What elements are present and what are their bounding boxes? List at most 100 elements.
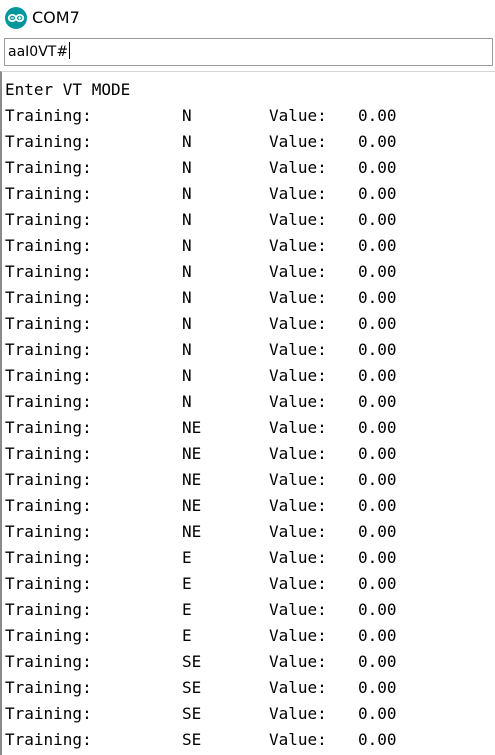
value-label: Value: [269,288,327,307]
value-number: 0.00 [358,522,397,541]
value-number: 0.00 [358,262,397,281]
training-label: Training: [5,600,92,619]
training-label: Training: [5,340,92,359]
serial-output[interactable]: Enter VT MODE Training: N Value: 0.00 Traini… [0,71,495,755]
value-label: Value: [269,340,327,359]
direction-value: E [182,574,192,593]
value-label: Value: [269,522,327,541]
value-label: Value: [269,626,327,645]
value-number: 0.00 [358,548,397,567]
training-label: Training: [5,158,92,177]
value-label: Value: [269,470,327,489]
value-number: 0.00 [358,106,397,125]
direction-value: SE [182,730,202,749]
training-label: Training: [5,392,92,411]
direction-value: N [182,236,192,255]
title-bar[interactable]: COM7 [0,0,495,36]
value-label: Value: [269,184,327,203]
direction-value: N [182,262,192,281]
value-label: Value: [269,314,327,333]
value-label: Value: [269,366,327,385]
training-label: Training: [5,236,92,255]
output-header: Enter VT MODE [5,80,131,99]
value-number: 0.00 [358,314,397,333]
value-number: 0.00 [358,210,397,229]
direction-value: E [182,600,192,619]
value-number: 0.00 [358,652,397,671]
direction-value: N [182,392,192,411]
direction-value: N [182,158,192,177]
direction-value: NE [182,522,202,541]
training-label: Training: [5,262,92,281]
send-bar: aaI0VT# [0,36,495,69]
training-label: Training: [5,574,92,593]
value-number: 0.00 [358,158,397,177]
value-label: Value: [269,600,327,619]
value-number: 0.00 [358,418,397,437]
send-input[interactable]: aaI0VT# [4,38,493,66]
direction-value: N [182,106,192,125]
direction-value: N [182,340,192,359]
value-number: 0.00 [358,132,397,151]
value-label: Value: [269,652,327,671]
value-number: 0.00 [358,600,397,619]
value-label: Value: [269,496,327,515]
direction-value: N [182,288,192,307]
window-title: COM7 [32,8,80,27]
value-number: 0.00 [358,626,397,645]
value-number: 0.00 [358,392,397,411]
direction-value: E [182,626,192,645]
direction-value: N [182,132,192,151]
value-number: 0.00 [358,496,397,515]
training-label: Training: [5,652,92,671]
training-label: Training: [5,626,92,645]
direction-value: N [182,210,192,229]
value-number: 0.00 [358,340,397,359]
value-label: Value: [269,678,327,697]
direction-value: NE [182,496,202,515]
direction-value: N [182,314,192,333]
direction-value: N [182,184,192,203]
value-number: 0.00 [358,574,397,593]
direction-value: NE [182,444,202,463]
direction-value: SE [182,704,202,723]
training-label: Training: [5,522,92,541]
value-label: Value: [269,158,327,177]
value-label: Value: [269,236,327,255]
value-label: Value: [269,106,327,125]
value-label: Value: [269,574,327,593]
training-label: Training: [5,366,92,385]
value-label: Value: [269,392,327,411]
training-label: Training: [5,288,92,307]
training-label: Training: [5,678,92,697]
arduino-infinity-icon [5,7,27,29]
value-label: Value: [269,730,327,749]
value-number: 0.00 [358,470,397,489]
training-label: Training: [5,730,92,749]
direction-value: SE [182,678,202,697]
value-label: Value: [269,704,327,723]
training-label: Training: [5,548,92,567]
value-label: Value: [269,210,327,229]
value-number: 0.00 [358,366,397,385]
send-input-text: aaI0VT# [8,44,69,60]
value-number: 0.00 [358,444,397,463]
training-label: Training: [5,444,92,463]
value-number: 0.00 [358,184,397,203]
text-caret [69,42,71,59]
training-label: Training: [5,314,92,333]
value-number: 0.00 [358,236,397,255]
value-label: Value: [269,548,327,567]
value-label: Value: [269,262,327,281]
training-label: Training: [5,470,92,489]
training-label: Training: [5,704,92,723]
training-label: Training: [5,418,92,437]
value-number: 0.00 [358,730,397,749]
value-label: Value: [269,418,327,437]
value-label: Value: [269,132,327,151]
training-label: Training: [5,496,92,515]
direction-value: NE [182,418,202,437]
value-number: 0.00 [358,288,397,307]
direction-value: SE [182,652,202,671]
value-number: 0.00 [358,678,397,697]
